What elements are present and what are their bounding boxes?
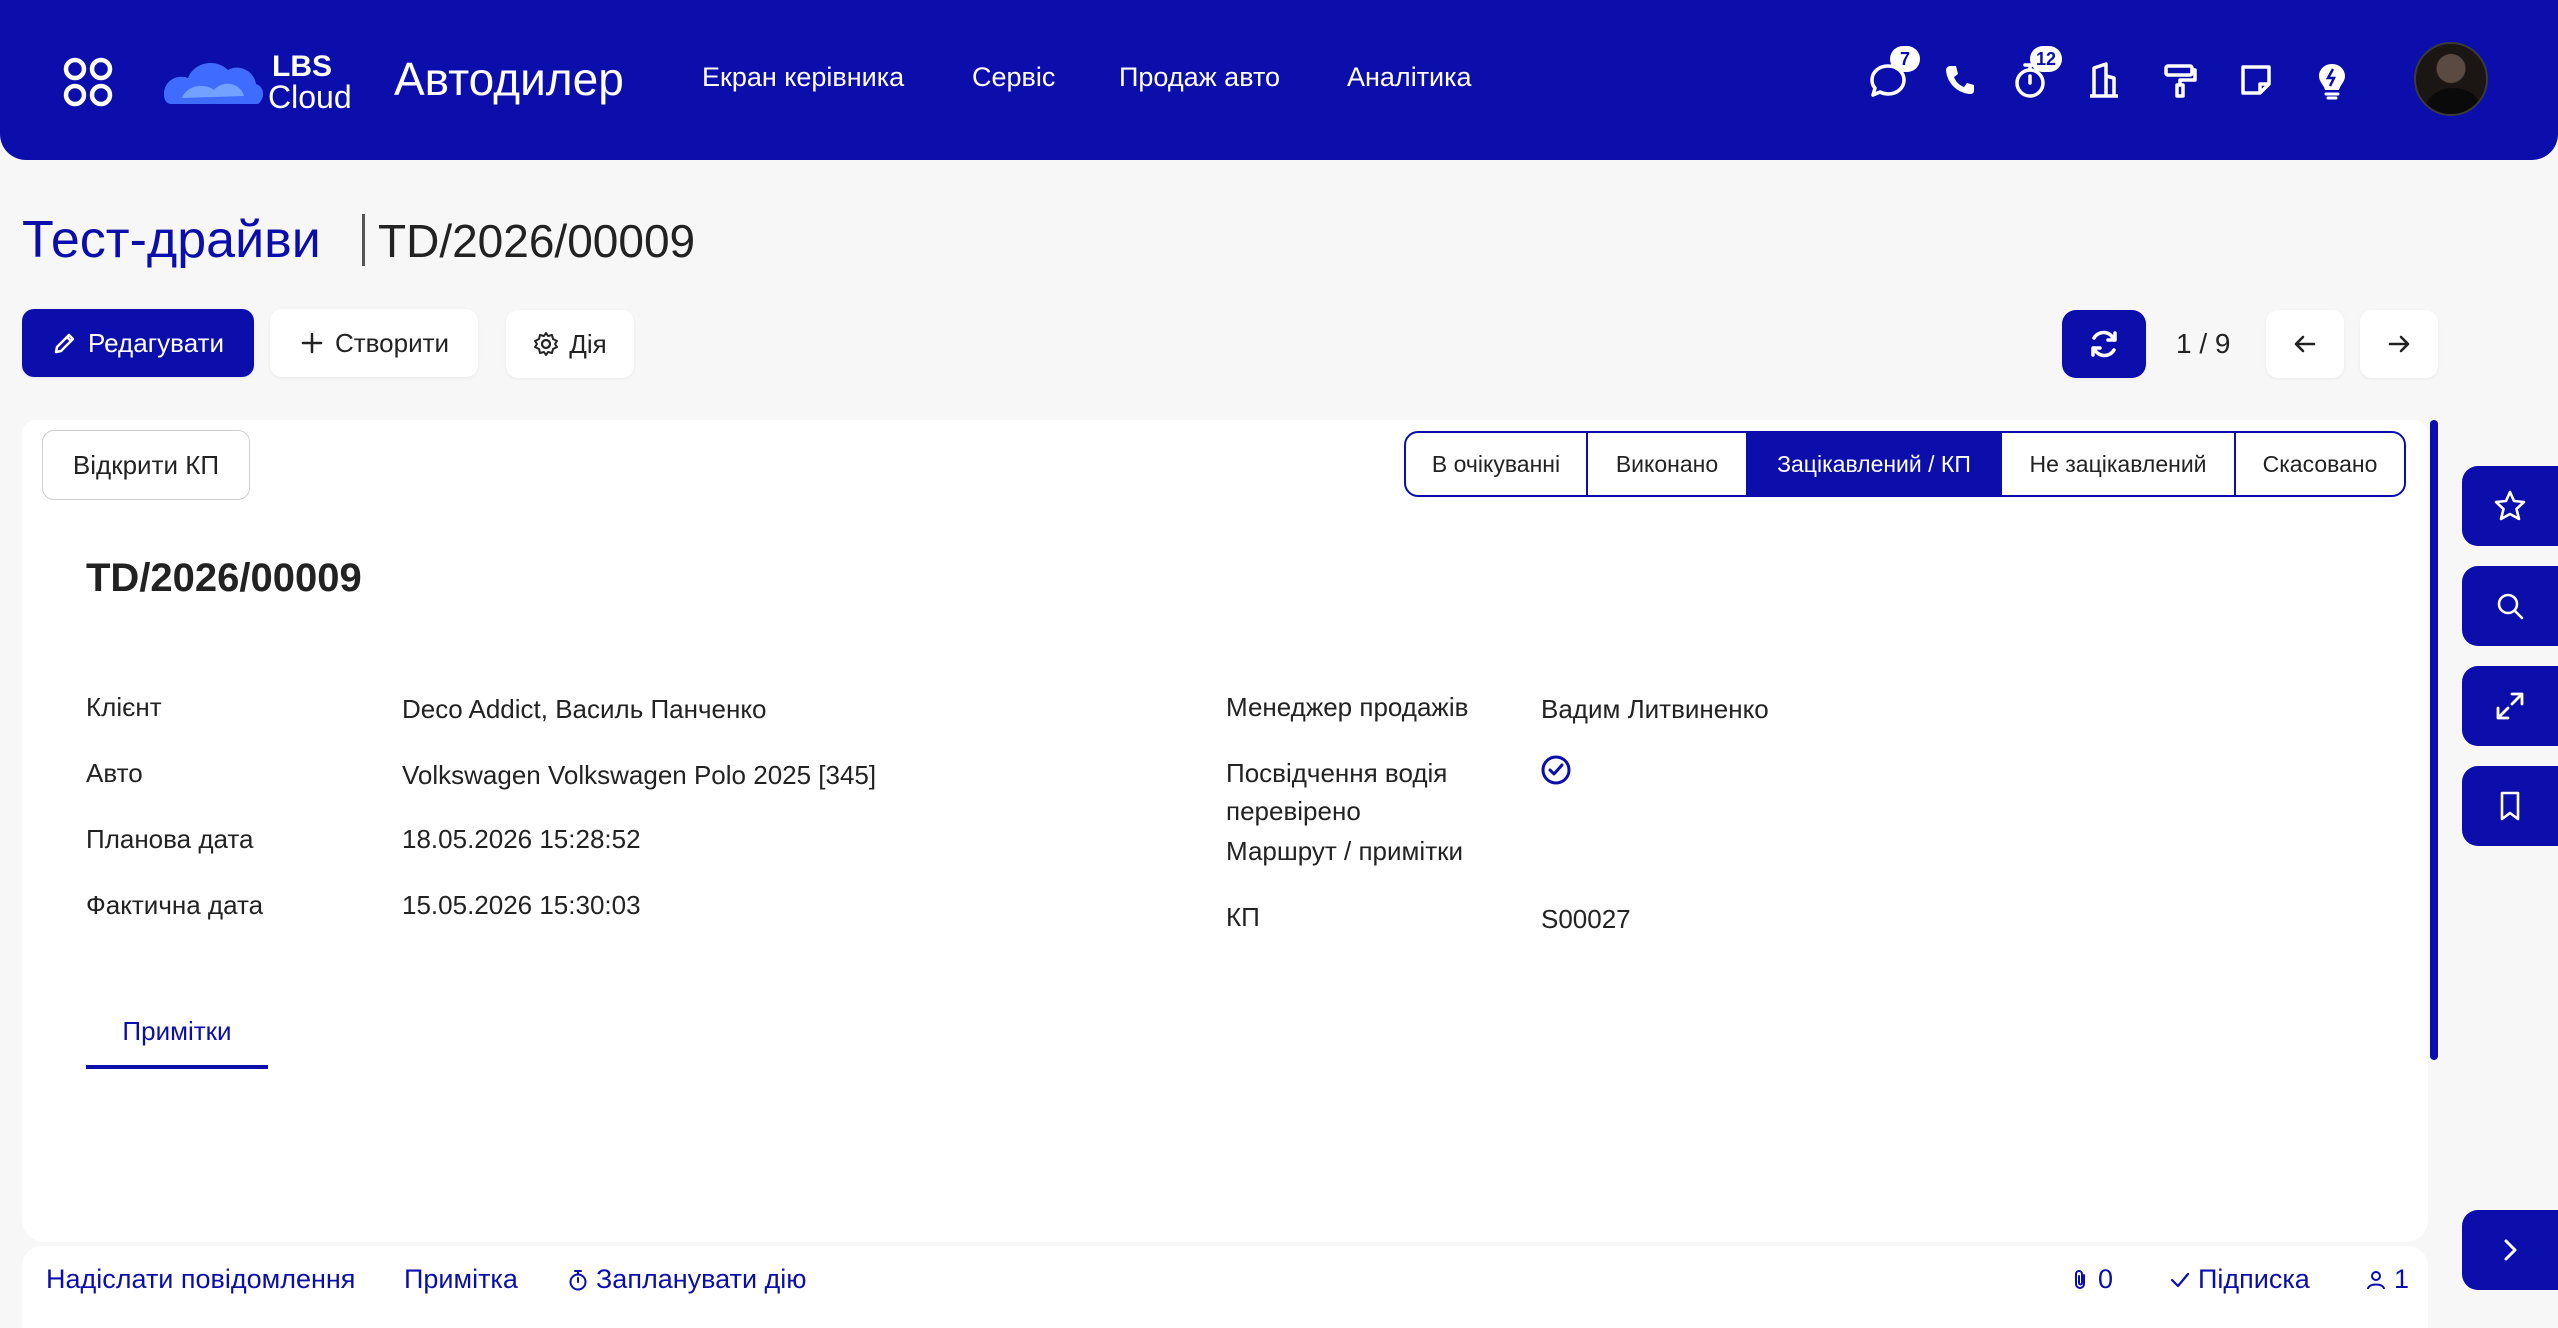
action-button-label: Дія	[569, 328, 607, 359]
stage-done[interactable]: Виконано	[1588, 433, 1748, 495]
tab-notes[interactable]: Примітки	[86, 1016, 268, 1069]
create-button-label: Створити	[334, 327, 450, 358]
timer-icon[interactable]: 12	[2008, 46, 2062, 102]
subscribe-button[interactable]: Підписка	[2168, 1264, 2310, 1295]
license-checked-label-line2: перевірено	[1226, 796, 1361, 826]
messages-badge: 7	[1890, 46, 1920, 72]
app-title: Автодилер	[394, 53, 624, 105]
scrollbar[interactable]	[2430, 420, 2438, 1060]
nav-car-sales[interactable]: Продаж авто	[1119, 62, 1280, 93]
kp-value[interactable]: S00027	[1541, 904, 1631, 935]
attachments-count: 0	[2098, 1264, 2114, 1294]
log-note-button[interactable]: Примітка	[404, 1264, 518, 1295]
planned-date-value[interactable]: 18.05.2026 15:28:52	[402, 824, 641, 855]
breadcrumb-parent[interactable]: Тест-драйви	[22, 210, 321, 270]
route-notes-label: Маршрут / примітки	[1226, 836, 1463, 866]
open-kp-button[interactable]: Відкрити КП	[42, 430, 250, 500]
arrow-left-icon	[2294, 335, 2316, 353]
license-checked-label-line1: Посвідчення водія	[1226, 758, 1448, 788]
followers-button[interactable]: 1	[2364, 1264, 2409, 1295]
favorite-side-button[interactable]	[2462, 466, 2558, 546]
search-icon	[2497, 593, 2524, 620]
attachments-button[interactable]: 0	[2068, 1264, 2113, 1295]
expand-icon	[2496, 692, 2524, 720]
refresh-button[interactable]	[2062, 310, 2146, 378]
schedule-activity-label: Запланувати дію	[596, 1264, 807, 1294]
form-sheet	[22, 508, 2428, 1242]
chat-icon[interactable]: 7	[1866, 46, 1920, 102]
activities-badge: 12	[2029, 46, 2062, 72]
stage-selector: В очікуванні Виконано Зацікавлений / КП …	[1404, 431, 2406, 497]
edit-button-label: Редагувати	[87, 327, 225, 358]
apps-menu-icon[interactable]	[62, 56, 114, 108]
action-button[interactable]: Дія	[506, 310, 634, 378]
subscribe-label: Підписка	[2198, 1264, 2310, 1294]
car-label: Авто	[86, 758, 143, 788]
stage-interested-kp[interactable]: Зацікавлений / КП	[1748, 433, 2002, 495]
edit-button[interactable]: Редагувати	[22, 309, 254, 377]
checkbox-checked-icon[interactable]	[1540, 754, 1572, 786]
chevron-right-icon	[2504, 1239, 2517, 1261]
previous-record-button[interactable]	[2266, 310, 2344, 378]
followers-count: 1	[2394, 1264, 2410, 1294]
user-icon	[2367, 1270, 2385, 1289]
top-navbar: LBS Cloud Автодилер Екран керівника Серв…	[0, 0, 2558, 160]
note-icon[interactable]	[2234, 58, 2278, 102]
gear-icon	[534, 332, 559, 356]
planned-date-label: Планова дата	[86, 824, 254, 854]
actual-date-value[interactable]: 15.05.2026 15:30:03	[402, 890, 641, 921]
svg-text:Cloud: Cloud	[268, 79, 352, 115]
actual-date-label: Фактична дата	[86, 890, 264, 920]
nav-service[interactable]: Сервіс	[972, 62, 1055, 93]
timer-icon	[569, 1269, 587, 1290]
star-icon	[2494, 490, 2526, 521]
stage-not-interested[interactable]: Не зацікавлений	[2002, 433, 2236, 495]
nav-analytics[interactable]: Аналітика	[1347, 62, 1472, 93]
next-record-button[interactable]	[2360, 310, 2438, 378]
collapse-side-button[interactable]	[2462, 1210, 2558, 1290]
plus-icon	[301, 332, 323, 354]
building-icon[interactable]	[2082, 58, 2126, 102]
car-value[interactable]: Volkswagen Volkswagen Polo 2025 [345]	[402, 760, 876, 791]
breadcrumb-current: TD/2026/00009	[378, 215, 696, 267]
user-avatar[interactable]	[2414, 42, 2488, 116]
sales-manager-label: Менеджер продажів	[1226, 692, 1469, 722]
create-button[interactable]: Створити	[270, 309, 478, 377]
paperclip-icon	[2075, 1269, 2085, 1289]
kp-label: КП	[1226, 902, 1260, 932]
expand-side-button[interactable]	[2462, 666, 2558, 746]
pencil-icon	[54, 333, 75, 354]
search-side-button[interactable]	[2462, 566, 2558, 646]
arrow-right-icon	[2388, 335, 2410, 353]
stage-cancelled[interactable]: Скасовано	[2236, 433, 2404, 495]
phone-icon[interactable]	[1938, 58, 1982, 102]
bookmark-icon	[2500, 791, 2520, 821]
paint-roller-icon[interactable]	[2158, 58, 2202, 102]
check-icon	[2170, 1272, 2190, 1287]
record-title: TD/2026/00009	[86, 556, 362, 600]
pager-counter[interactable]: 1 / 9	[2176, 328, 2230, 360]
client-label: Клієнт	[86, 692, 162, 722]
lbs-cloud-logo[interactable]: LBS Cloud	[160, 46, 366, 116]
send-message-button[interactable]: Надіслати повідомлення	[46, 1264, 355, 1295]
sales-manager-value[interactable]: Вадим Литвиненко	[1541, 694, 1769, 725]
refresh-icon	[2091, 330, 2117, 358]
breadcrumb-separator	[362, 214, 365, 266]
stage-pending[interactable]: В очікуванні	[1406, 433, 1588, 495]
schedule-activity-button[interactable]: Запланувати дію	[566, 1264, 807, 1295]
client-value[interactable]: Deco Addict, Василь Панченко	[402, 694, 766, 725]
nav-manager-screen[interactable]: Екран керівника	[702, 62, 904, 93]
bookmark-side-button[interactable]	[2462, 766, 2558, 846]
lightbulb-icon[interactable]	[2310, 58, 2354, 102]
